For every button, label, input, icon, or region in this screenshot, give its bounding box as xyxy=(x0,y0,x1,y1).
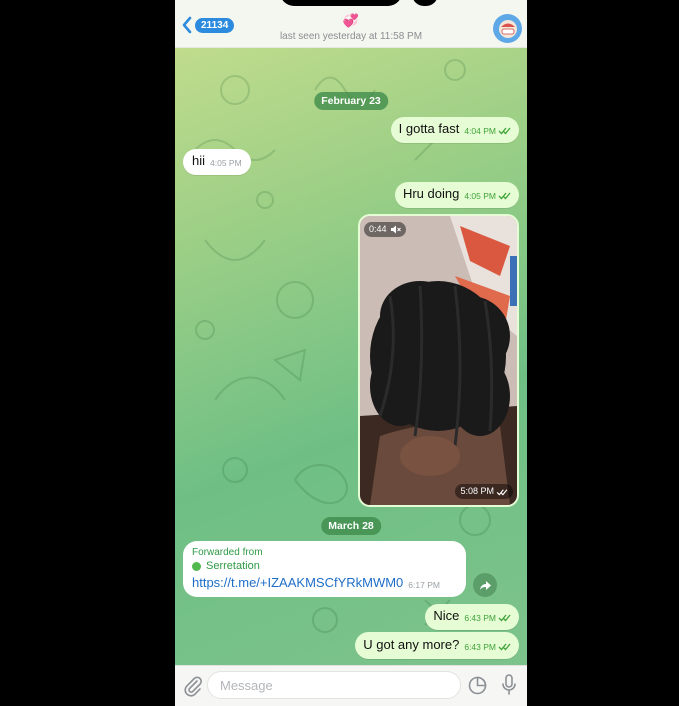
message-text: U got any more? xyxy=(363,637,460,652)
double-check-icon xyxy=(496,488,508,496)
forwarded-source-name: Serretation xyxy=(206,560,260,572)
forwarded-message[interactable]: Forwarded from Serretation https://t.me/… xyxy=(183,541,466,597)
message-time: 6:43 PM xyxy=(464,642,496,652)
avatar-face-icon xyxy=(498,19,517,38)
outgoing-message[interactable]: U got any more? 6:43 PM xyxy=(355,632,519,659)
share-button[interactable] xyxy=(473,573,497,597)
outgoing-message[interactable]: Nice 6:43 PM xyxy=(425,604,519,630)
video-time-badge: 5:08 PM xyxy=(455,484,513,499)
video-time: 5:08 PM xyxy=(460,486,494,496)
avatar[interactable] xyxy=(493,14,522,43)
double-check-icon xyxy=(498,127,511,135)
video-thumbnail xyxy=(360,216,517,505)
message-link[interactable]: https://t.me/+IZAAKMSCfYRkMWM0 6:17 PM xyxy=(192,574,457,594)
paperclip-icon[interactable] xyxy=(183,675,203,697)
link-text[interactable]: https://t.me/+IZAAKMSCfYRkMWM0 xyxy=(192,575,403,590)
chat-screen: 21134 💞 last seen yesterday at 11:58 PM … xyxy=(175,0,527,706)
chat-title[interactable]: 💞 xyxy=(175,14,527,28)
share-icon xyxy=(479,580,491,590)
dynamic-island xyxy=(280,0,402,6)
video-message[interactable]: 0:44 5:08 PM xyxy=(358,214,519,507)
last-seen-status: last seen yesterday at 11:58 PM xyxy=(279,31,423,42)
incoming-message[interactable]: hii 4:05 PM xyxy=(183,149,251,175)
channel-avatar-icon xyxy=(192,561,201,571)
muted-speaker-icon[interactable] xyxy=(390,225,401,234)
message-text: Hru doing xyxy=(402,186,460,201)
double-check-icon xyxy=(498,643,511,651)
message-text: I gotta fast xyxy=(398,121,460,136)
message-text: hii xyxy=(192,153,206,168)
message-input[interactable] xyxy=(207,671,461,699)
message-time: 6:17 PM xyxy=(408,580,440,590)
video-duration-badge: 0:44 xyxy=(364,222,406,237)
double-check-icon xyxy=(498,614,511,622)
sticker-icon[interactable] xyxy=(468,676,487,695)
double-check-icon xyxy=(498,192,511,200)
message-time: 4:05 PM xyxy=(210,158,242,168)
forwarded-label: Forwarded from xyxy=(192,547,263,558)
outgoing-message[interactable]: Hru doing 4:05 PM xyxy=(394,182,519,208)
message-input-bar xyxy=(175,665,527,706)
outgoing-message[interactable]: I gotta fast 4:04 PM xyxy=(390,117,519,143)
message-time: 4:04 PM xyxy=(464,126,496,136)
chat-header: 21134 💞 last seen yesterday at 11:58 PM xyxy=(175,0,527,48)
message-text: Nice xyxy=(433,608,460,623)
video-duration: 0:44 xyxy=(369,224,387,234)
forwarded-source[interactable]: Serretation xyxy=(192,559,457,573)
microphone-icon[interactable] xyxy=(501,674,517,696)
date-separator: March 28 xyxy=(321,517,381,535)
date-separator: February 23 xyxy=(314,92,388,110)
message-time: 4:05 PM xyxy=(464,191,496,201)
camera-cutout xyxy=(412,0,438,6)
message-time: 6:43 PM xyxy=(464,613,496,623)
